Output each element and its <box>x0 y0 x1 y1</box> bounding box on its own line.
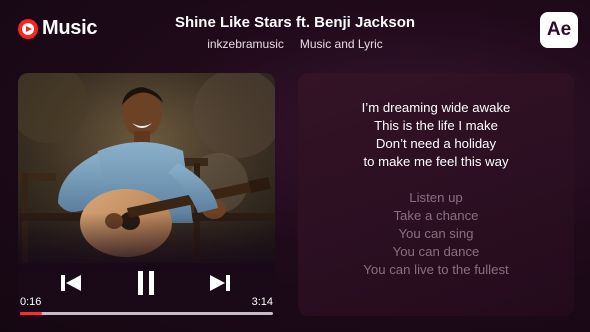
lyric-line: You can sing <box>398 226 474 241</box>
lyrics-panel: I’m dreaming wide awake This is the life… <box>298 73 574 316</box>
skip-previous-icon <box>61 275 81 291</box>
after-effects-badge: Ae <box>540 12 578 48</box>
pause-button[interactable] <box>133 270 159 296</box>
lyric-line: Listen up <box>409 190 463 205</box>
progress-fill <box>20 312 42 315</box>
previous-button[interactable] <box>58 270 84 296</box>
lyrics-upcoming: Listen up Take a chance You can sing You… <box>298 189 574 279</box>
progress-bar[interactable] <box>20 312 273 315</box>
lyric-line: I’m dreaming wide awake <box>361 100 511 115</box>
current-time: 0:16 <box>20 296 42 308</box>
category-label: Music and Lyric <box>299 37 383 51</box>
lyric-line: Take a chance <box>393 208 479 223</box>
player-card: 0:16 3:14 <box>18 73 275 320</box>
photo-fade <box>18 213 275 273</box>
song-title: Shine Like Stars ft. Benji Jackson <box>174 14 416 31</box>
artist-name[interactable]: inkzebramusic <box>207 37 284 51</box>
lyric-line: to make me feel this way <box>363 154 509 169</box>
song-meta: inkzebramusic Music and Lyric <box>0 37 590 51</box>
skip-next-icon <box>210 275 230 291</box>
playback-controls <box>18 270 275 298</box>
lyrics-active: I’m dreaming wide awake This is the life… <box>298 99 574 171</box>
next-button[interactable] <box>207 270 233 296</box>
lyric-line: You can dance <box>392 244 480 259</box>
pause-icon <box>138 271 154 295</box>
total-time: 3:14 <box>251 296 273 308</box>
lyric-line: Don’t need a holiday <box>375 136 497 151</box>
lyric-line: This is the life I make <box>374 118 498 133</box>
lyric-line: You can live to the fullest <box>363 262 509 277</box>
